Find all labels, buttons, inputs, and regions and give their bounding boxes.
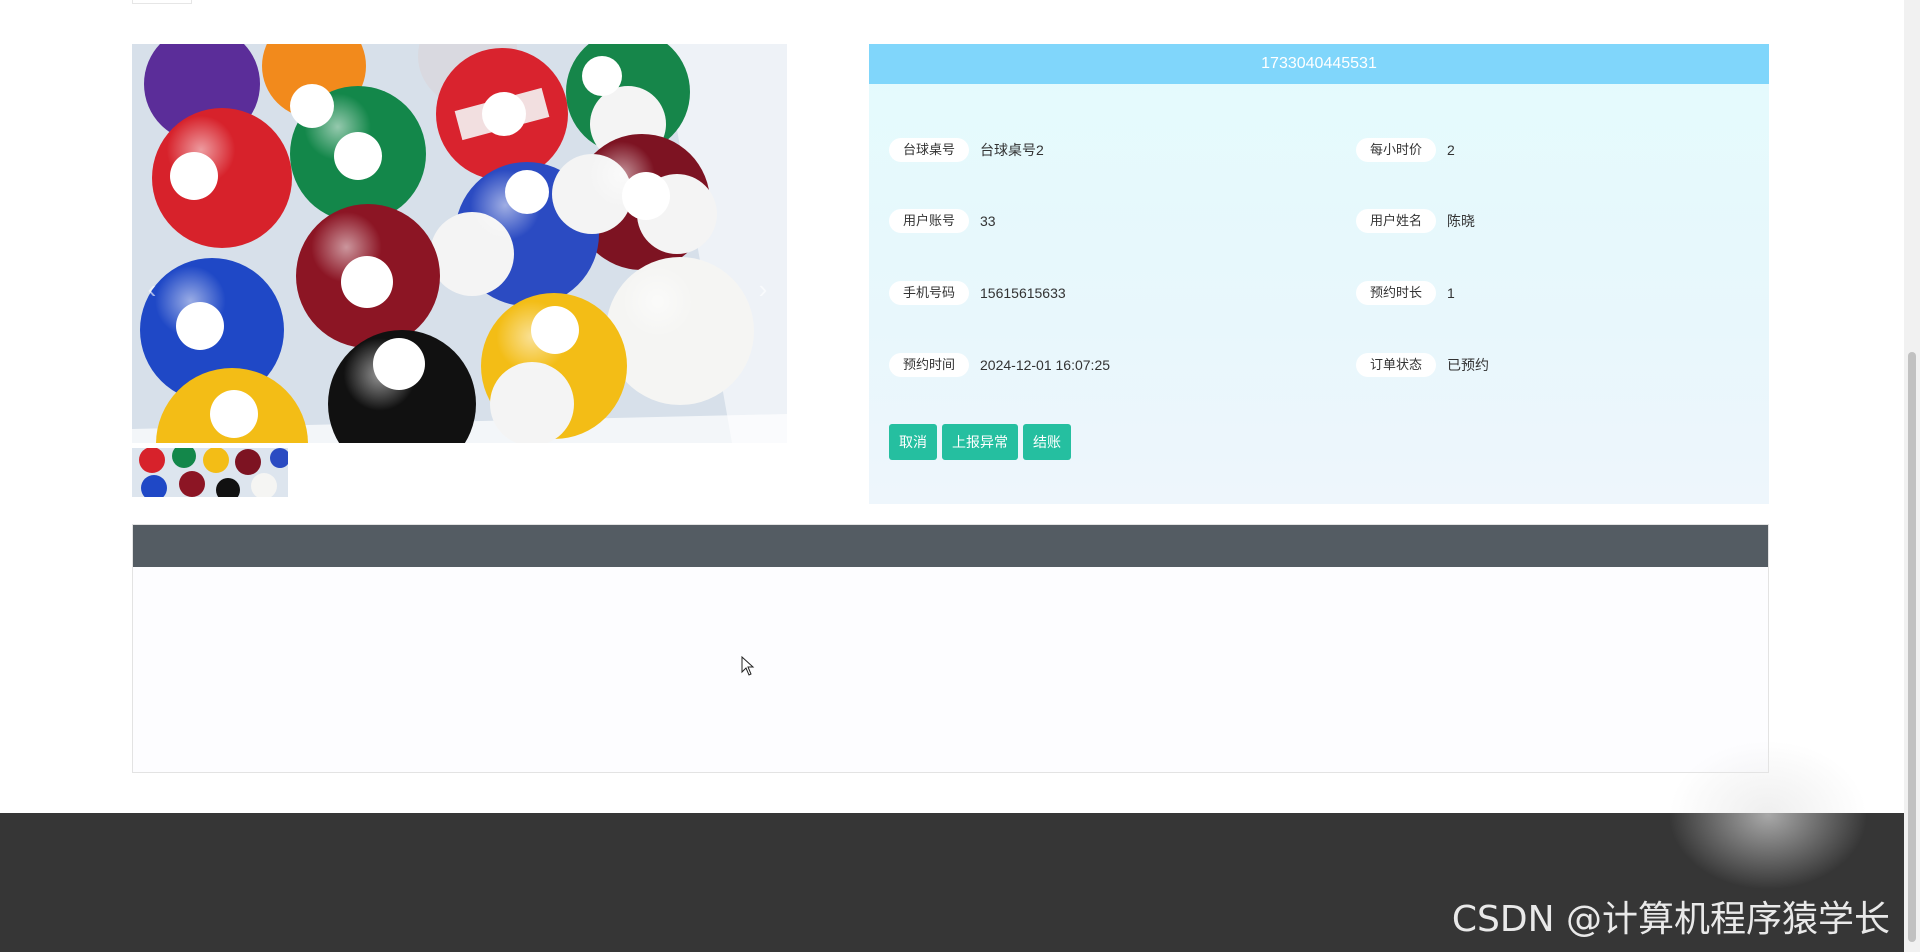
- mouse-cursor-icon: [741, 656, 755, 676]
- page-scrollbar[interactable]: [1904, 0, 1920, 952]
- field-value: 2024-12-01 16:07:25: [980, 357, 1111, 373]
- field-value: 2: [1447, 142, 1455, 158]
- field-label: 手机号码: [889, 281, 970, 305]
- field-label: 订单状态: [1356, 353, 1437, 377]
- cancel-button[interactable]: 取消: [889, 424, 937, 460]
- field-value: 1: [1447, 285, 1455, 301]
- field-booking-duration: 预约时长 1: [1356, 280, 1455, 306]
- field-label: 用户账号: [889, 209, 970, 233]
- order-detail-panel: 1733040445531 台球桌号 台球桌号2 每小时价 2 用户账号 33 …: [869, 44, 1769, 504]
- order-actions: 取消 上报异常 结账: [889, 424, 1071, 460]
- field-hourly-price: 每小时价 2: [1356, 137, 1455, 163]
- checkout-button[interactable]: 结账: [1023, 424, 1071, 460]
- section-header-bar: [133, 525, 1768, 567]
- field-order-status: 订单状态 已预约: [1356, 352, 1489, 378]
- content-section: [132, 524, 1769, 773]
- watermark-text: CSDN @计算机程序猿学长: [1451, 899, 1890, 940]
- thumbnail-billiard-balls: [132, 448, 288, 497]
- field-value: 15615615633: [980, 285, 1066, 301]
- field-label: 用户姓名: [1356, 209, 1437, 233]
- blurred-overlay: [1668, 740, 1868, 890]
- billiard-balls-image: [132, 44, 787, 443]
- field-label: 预约时长: [1356, 281, 1437, 305]
- scrollbar-thumb[interactable]: [1908, 352, 1916, 942]
- carousel-next-icon[interactable]: ›: [753, 274, 773, 304]
- top-tab-edge: [132, 0, 192, 4]
- field-label: 预约时间: [889, 353, 970, 377]
- field-table-number: 台球桌号 台球桌号2: [889, 137, 1044, 163]
- field-label: 每小时价: [1356, 138, 1437, 162]
- image-thumbnail[interactable]: [132, 448, 288, 497]
- field-booking-time: 预约时间 2024-12-01 16:07:25: [889, 352, 1110, 378]
- page-footer: CSDN @计算机程序猿学长: [0, 813, 1904, 952]
- field-user-account: 用户账号 33: [889, 208, 996, 234]
- field-phone-number: 手机号码 15615615633: [889, 280, 1066, 306]
- field-value: 33: [980, 213, 996, 229]
- field-value: 已预约: [1447, 357, 1490, 373]
- order-number-title: 1733040445531: [869, 44, 1769, 84]
- field-user-name: 用户姓名 陈晓: [1356, 208, 1475, 234]
- field-value: 陈晓: [1447, 213, 1476, 229]
- product-image-carousel[interactable]: ‹ ›: [132, 44, 787, 443]
- field-label: 台球桌号: [889, 138, 970, 162]
- report-exception-button[interactable]: 上报异常: [942, 424, 1018, 460]
- carousel-prev-icon[interactable]: ‹: [142, 274, 162, 304]
- field-value: 台球桌号2: [980, 142, 1044, 158]
